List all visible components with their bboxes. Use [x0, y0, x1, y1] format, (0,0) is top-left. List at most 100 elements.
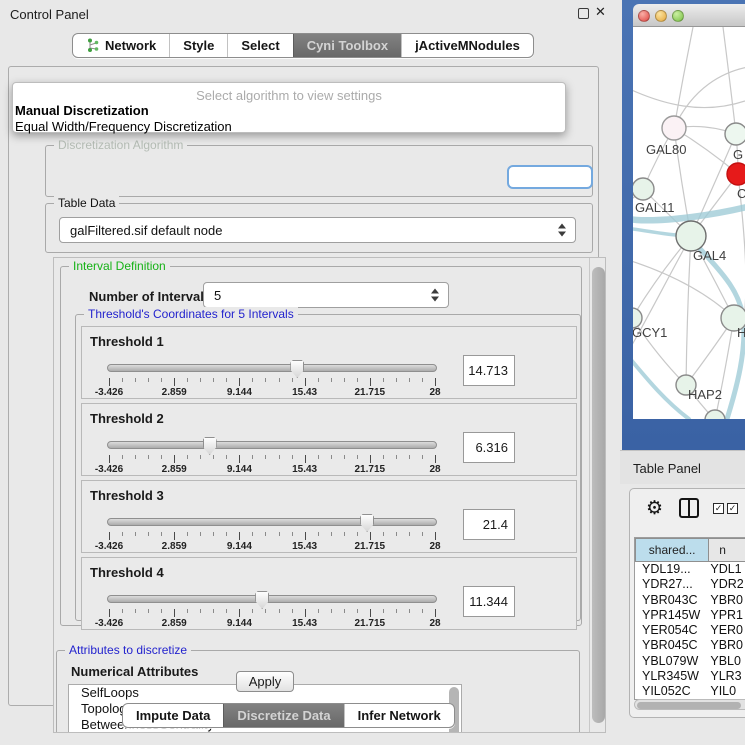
checkbox-icon[interactable]: ✓ [727, 503, 738, 514]
slider-thumb[interactable] [290, 360, 304, 378]
cell-shared-name: YDL19... [635, 562, 710, 577]
thresholds-group-label: Threshold's Coordinates for 5 Intervals [84, 307, 298, 321]
cell-name: YIL0 [710, 684, 745, 699]
float-panel-icon[interactable] [578, 8, 589, 19]
tab-infer-network[interactable]: Infer Network [344, 704, 454, 727]
node-top-right[interactable] [725, 123, 745, 145]
slider-thumb[interactable] [203, 437, 217, 455]
cell-shared-name: YER054C [635, 623, 710, 638]
column-header-shared-name[interactable]: shared... [635, 538, 709, 562]
horizontal-scrollbar[interactable] [634, 699, 745, 710]
threshold-slider[interactable] [107, 364, 437, 372]
tab-style[interactable]: Style [169, 34, 227, 57]
cell-name: YDR2 [710, 577, 745, 592]
slider-tick-labels: -3.4262.8599.14415.4321.71528 [109, 464, 435, 475]
tab-impute-data-label: Impute Data [136, 708, 210, 723]
tick-label: -3.426 [95, 618, 123, 629]
tab-discretize-data[interactable]: Discretize Data [223, 704, 343, 727]
algorithm-dropdown-popup: Select algorithm to view settings Manual… [12, 82, 566, 133]
dropdown-option-manual-discretization[interactable]: Manual Discretization [15, 103, 149, 118]
tab-select-label: Select [241, 38, 279, 53]
table-row[interactable]: YBL079WYBL0 [635, 654, 745, 669]
minimize-traffic-light[interactable] [655, 10, 667, 22]
checkbox-icon[interactable]: ✓ [713, 503, 724, 514]
panel-scrollbar[interactable] [592, 267, 605, 723]
node-selected-red[interactable] [727, 163, 745, 185]
node-gal4[interactable] [676, 221, 706, 251]
threshold-value-field[interactable]: 14.713 [463, 355, 515, 386]
threshold-panel-3: Threshold 3 -3.4262.8599.14415.4321.7152… [81, 480, 577, 553]
threshold-value-field[interactable]: 11.344 [463, 586, 515, 617]
slider-thumb[interactable] [255, 591, 269, 609]
algorithm-combobox[interactable] [507, 165, 593, 189]
threshold-slider[interactable] [107, 595, 437, 603]
number-of-intervals-label: Number of Intervals [89, 289, 211, 304]
cell-name: YLR3 [710, 669, 745, 684]
tab-style-label: Style [183, 38, 214, 53]
horizontal-scrollbar-thumb[interactable] [637, 702, 741, 709]
number-of-intervals-combobox[interactable]: 5 [203, 282, 449, 308]
table-row[interactable]: YBR043CYBR0 [635, 593, 745, 608]
tab-network-label: Network [105, 38, 156, 53]
control-panel-tabs: Network Style Select Cyni Toolbox jActiv… [72, 33, 534, 58]
threshold-value-field[interactable]: 6.316 [463, 432, 515, 463]
table-row[interactable]: YIL052CYIL0 [635, 684, 745, 699]
threshold-panel-2: Threshold 2 -3.4262.8599.14415.4321.7152… [81, 403, 577, 476]
table-body: YDL19...YDL1YDR27...YDR2YBR043CYBR0YPR14… [635, 562, 745, 700]
cell-name: YBL0 [710, 654, 745, 669]
threshold-slider[interactable] [107, 518, 437, 526]
tab-cyni-toolbox[interactable]: Cyni Toolbox [293, 34, 401, 57]
node-gal80[interactable] [662, 116, 686, 140]
threshold-slider[interactable] [107, 441, 437, 449]
tick-label: 2.859 [162, 618, 187, 629]
combo-spinner-icon [558, 224, 567, 237]
tab-jactivemnodules[interactable]: jActiveMNodules [401, 34, 533, 57]
dropdown-option-equal-width[interactable]: Equal Width/Frequency Discretization [15, 119, 232, 134]
zoom-traffic-light[interactable] [672, 10, 684, 22]
column-header-name[interactable]: n [709, 538, 745, 562]
node-label-gal11: GAL11 [635, 200, 675, 215]
control-panel: Control Panel ✕ Network Style Select Cyn… [0, 0, 620, 745]
slider-ticks [109, 532, 435, 540]
apply-button[interactable]: Apply [236, 671, 294, 692]
table-row[interactable]: YDL19...YDL1 [635, 562, 745, 577]
close-icon[interactable]: ✕ [595, 4, 606, 20]
cell-shared-name: YDR27... [635, 577, 710, 592]
node-label-gal4: GAL4 [693, 248, 726, 263]
threshold-label: Threshold 1 [90, 334, 164, 349]
node-bottom[interactable] [705, 410, 725, 419]
table-row[interactable]: YDR27...YDR2 [635, 577, 745, 592]
settings-scroll-area: Interval Definition Number of Intervals … [53, 257, 606, 733]
cell-name: YBR0 [710, 638, 745, 653]
table-row[interactable]: YBR045CYBR0 [635, 638, 745, 653]
slider-tick-labels: -3.4262.8599.14415.4321.71528 [109, 387, 435, 398]
table-row[interactable]: YER054CYER0 [635, 623, 745, 638]
table-data-combobox[interactable]: galFiltered.sif default node [59, 217, 576, 243]
tab-select[interactable]: Select [227, 34, 292, 57]
slider-ticks [109, 378, 435, 386]
tab-impute-data[interactable]: Impute Data [123, 704, 223, 727]
node-label-h: H [737, 325, 745, 340]
gear-icon[interactable]: ⚙ [646, 497, 663, 520]
columns-icon[interactable] [679, 498, 699, 518]
table-row[interactable]: YPR145WYPR1 [635, 608, 745, 623]
table-data-group: Table Data galFiltered.sif default node [45, 203, 593, 253]
network-canvas[interactable]: GAL80 G GAL11 C GAL4 GCY1 H HAP2 [633, 27, 745, 419]
tab-network[interactable]: Network [73, 34, 169, 57]
discretization-algorithm-label: Discretization Algorithm [54, 138, 187, 152]
tab-discretize-data-label: Discretize Data [237, 708, 330, 723]
threshold-label: Threshold 4 [90, 565, 164, 580]
network-view-window[interactable]: GAL80 G GAL11 C GAL4 GCY1 H HAP2 [622, 0, 745, 450]
tick-label: 28 [429, 618, 440, 629]
slider-ticks [109, 455, 435, 463]
tick-label: 15.43 [292, 541, 317, 552]
slider-thumb[interactable] [360, 514, 374, 532]
threshold-value-field[interactable]: 21.4 [463, 509, 515, 540]
network-window-titlebar[interactable] [633, 4, 745, 27]
tick-label: 15.43 [292, 387, 317, 398]
close-traffic-light[interactable] [638, 10, 650, 22]
tick-label: 21.715 [355, 464, 386, 475]
table-row[interactable]: YLR345WYLR3 [635, 669, 745, 684]
node-gal11[interactable] [633, 178, 654, 200]
dropdown-placeholder-option[interactable]: Select algorithm to view settings [13, 88, 565, 103]
